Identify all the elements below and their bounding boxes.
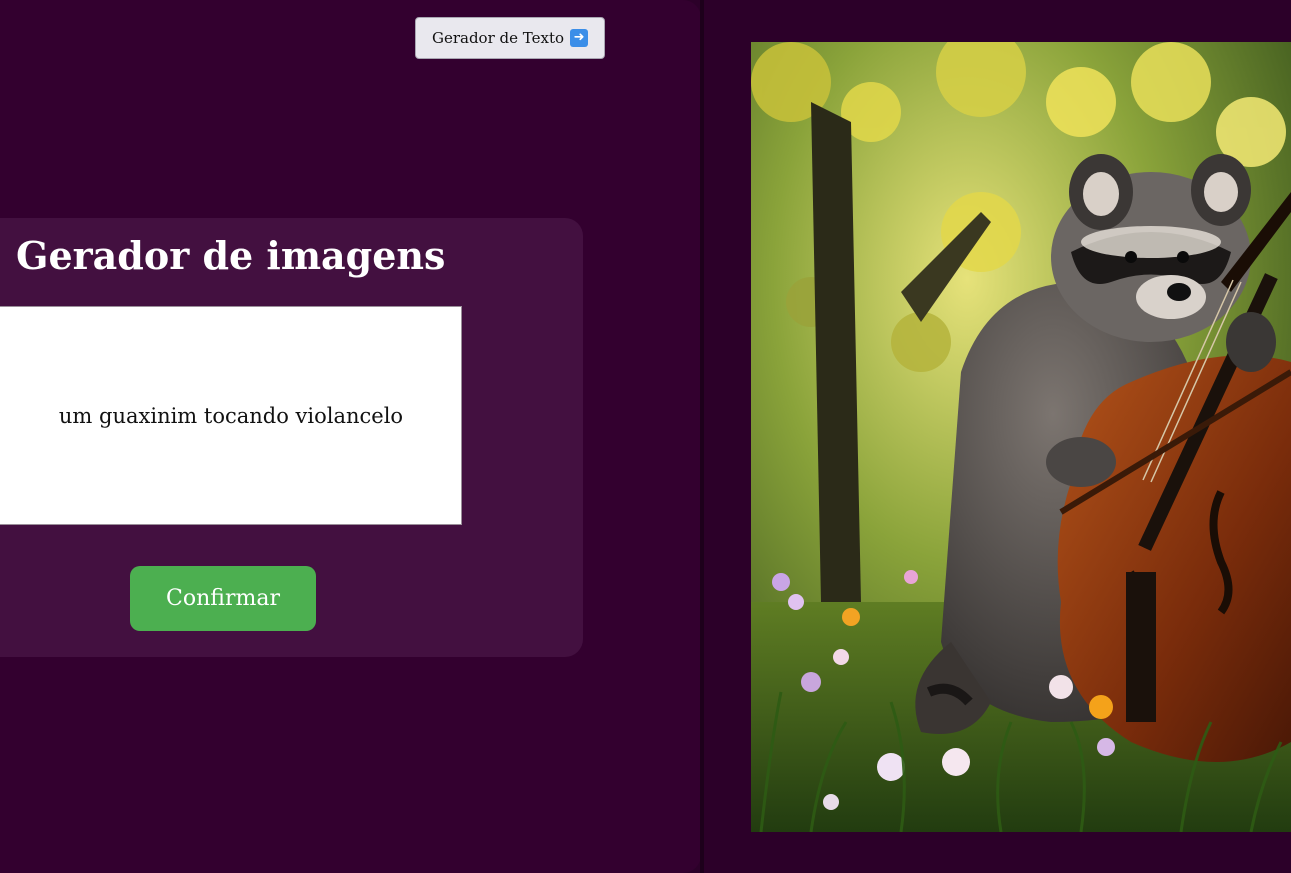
generated-image — [751, 42, 1291, 832]
panel-divider — [700, 0, 704, 873]
prompt-input[interactable]: um guaxinim tocando violancelo — [0, 306, 462, 525]
nav-button-label: Gerador de Texto — [431, 29, 565, 47]
arrow-right-icon: ➜ — [570, 29, 589, 47]
confirm-button[interactable]: Confirmar — [130, 566, 316, 631]
prompt-text: um guaxinim tocando violancelo — [58, 403, 404, 428]
raccoon-cello-illustration — [751, 42, 1291, 832]
page-title: Gerador de imagens — [16, 233, 446, 278]
text-generator-nav-button[interactable]: Gerador de Texto ➜ — [415, 17, 605, 59]
app-page: Gerador de Texto ➜ Gerador de imagens um… — [0, 0, 1291, 873]
